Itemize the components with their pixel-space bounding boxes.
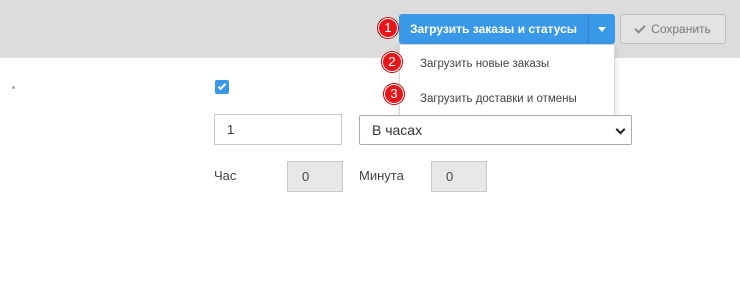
load-split-button: Загрузить заказы и статусы [399, 14, 615, 44]
annotation-badge-1: 1 [378, 18, 398, 38]
annotation-badge-3: 3 [384, 84, 404, 104]
save-button-label: Сохранить [651, 22, 711, 36]
checkmark-icon [217, 81, 227, 91]
chevron-down-icon [615, 124, 626, 135]
enabled-checkbox[interactable] [215, 80, 229, 94]
menu-item-load-deliveries-and-cancellations[interactable]: Загрузить доставки и отмены [420, 93, 577, 105]
minute-label: Минута [359, 168, 404, 183]
hour-label: Час [214, 168, 237, 183]
annotation-badge-2: 2 [382, 52, 402, 72]
load-orders-and-statuses-button[interactable]: Загрузить заказы и статусы [399, 14, 589, 44]
hour-input[interactable]: 0 [287, 161, 343, 192]
minute-input[interactable]: 0 [431, 161, 487, 192]
load-dropdown-toggle[interactable] [589, 14, 615, 44]
interval-unit-value: В часах [372, 122, 423, 138]
check-icon [634, 21, 646, 34]
menu-item-load-new-orders[interactable]: Загрузить новые заказы [420, 58, 549, 70]
caret-down-icon [598, 26, 606, 32]
interval-value-input[interactable]: 1 [214, 114, 342, 145]
load-dropdown-menu: Загрузить новые заказы Загрузить доставк… [399, 44, 615, 118]
row-marker [12, 86, 15, 89]
interval-unit-select[interactable]: В часах [359, 115, 632, 145]
save-button[interactable]: Сохранить [620, 14, 726, 44]
